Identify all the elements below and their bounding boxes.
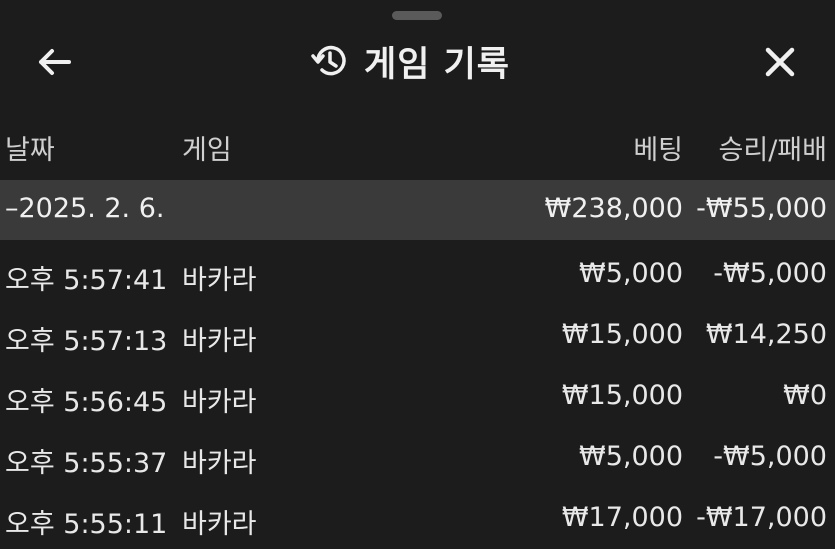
table-row[interactable]: 오후 5:55:37 바카라 ₩5,000 -₩5,000	[0, 428, 835, 488]
column-header-result[interactable]: 승리/패배	[719, 128, 827, 167]
summary-date: –2025. 2. 6.	[5, 193, 165, 224]
row-bet: ₩5,000	[579, 258, 683, 289]
row-result: -₩17,000	[696, 502, 827, 533]
row-bet: ₩15,000	[561, 319, 683, 350]
page-title: 게임 기록	[364, 44, 510, 85]
column-header-date[interactable]: 날짜	[5, 128, 55, 167]
row-game: 바카라	[182, 265, 257, 296]
table-row[interactable]: 오후 5:55:11 바카라 ₩17,000 -₩17,000	[0, 489, 835, 549]
arrow-left-icon	[39, 49, 71, 75]
table-row[interactable]: 오후 5:57:13 바카라 ₩15,000 ₩14,250	[0, 306, 835, 366]
back-button[interactable]	[30, 42, 78, 82]
close-button[interactable]	[756, 41, 804, 83]
row-time: 오후 5:57:41	[5, 265, 168, 296]
row-bet: ₩17,000	[561, 502, 683, 533]
header: 게임 기록	[0, 28, 835, 94]
history-icon	[311, 45, 346, 76]
row-time: 오후 5:56:45	[5, 387, 168, 418]
drag-handle[interactable]	[392, 11, 442, 20]
row-time: 오후 5:55:11	[5, 509, 168, 540]
row-result: -₩5,000	[713, 441, 827, 472]
table-row[interactable]: 오후 5:57:41 바카라 ₩5,000 -₩5,000	[0, 245, 835, 305]
row-bet: ₩5,000	[579, 441, 683, 472]
row-result: -₩5,000	[713, 258, 827, 289]
date-summary-row[interactable]: –2025. 2. 6. ₩238,000 -₩55,000	[0, 180, 835, 240]
row-bet: ₩15,000	[561, 380, 683, 411]
row-game: 바카라	[182, 448, 257, 479]
column-header-bet[interactable]: 베팅	[633, 128, 683, 167]
summary-bet: ₩238,000	[544, 193, 683, 224]
row-game: 바카라	[182, 326, 257, 357]
table-header: 날짜 게임 베팅 승리/패배	[0, 128, 835, 172]
row-game: 바카라	[182, 509, 257, 540]
title: 게임 기록	[310, 36, 510, 86]
row-time: 오후 5:55:37	[5, 448, 168, 479]
row-result: ₩14,250	[705, 319, 827, 350]
column-header-game[interactable]: 게임	[182, 128, 232, 167]
row-time: 오후 5:57:13	[5, 326, 168, 357]
row-result: ₩0	[783, 380, 827, 411]
row-game: 바카라	[182, 387, 257, 418]
summary-result: -₩55,000	[696, 193, 827, 224]
close-icon	[765, 47, 795, 77]
game-history-sheet: 게임 기록 날짜 게임 베팅 승리/패배 –2025. 2. 6. ₩238,0…	[0, 0, 835, 544]
table-row[interactable]: 오후 5:56:45 바카라 ₩15,000 ₩0	[0, 367, 835, 427]
